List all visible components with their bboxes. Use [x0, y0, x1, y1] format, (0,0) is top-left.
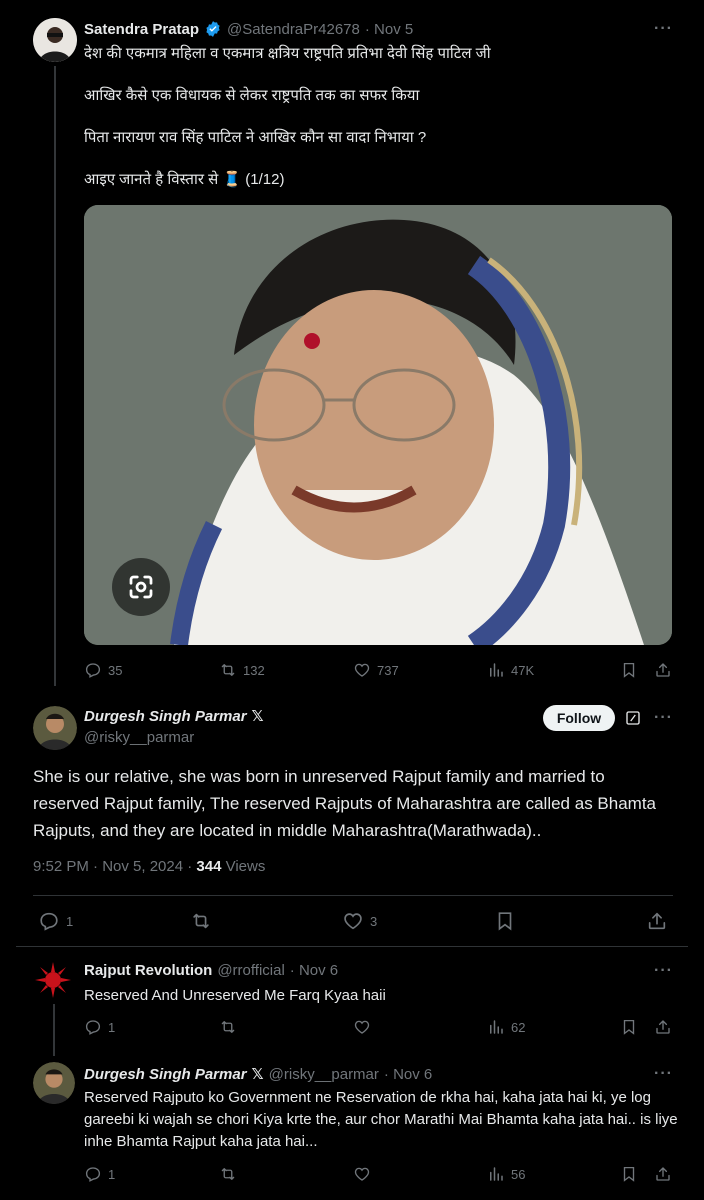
bookmark-button[interactable]: [620, 1165, 638, 1188]
reply-button[interactable]: 1: [38, 910, 73, 932]
author-name[interactable]: Durgesh Singh Parmar: [84, 1066, 247, 1083]
retweet-icon: [219, 661, 237, 679]
views-button[interactable]: 56: [487, 1165, 525, 1183]
like-button[interactable]: [353, 1165, 371, 1183]
heart-icon: [342, 910, 364, 932]
author-name[interactable]: Durgesh Singh Parmar: [84, 708, 247, 725]
bookmark-icon: [620, 1165, 638, 1183]
share-button[interactable]: [654, 1165, 672, 1188]
reply-count: 1: [108, 1019, 116, 1035]
reply-icon: [84, 1018, 102, 1036]
divider: [33, 895, 673, 896]
author-name[interactable]: Satendra Pratap: [84, 21, 199, 38]
like-button[interactable]: 737: [353, 661, 399, 679]
reply-count: 1: [66, 913, 74, 929]
tweet-line: देश की एकमात्र महिला व एकमात्र क्षत्रिय …: [84, 45, 491, 62]
x-logo-icon: 𝕏: [251, 708, 264, 725]
views-button[interactable]: 62: [487, 1018, 525, 1036]
views-label: Views: [221, 858, 266, 875]
views-count: 344: [196, 858, 222, 875]
like-count: 737: [377, 662, 399, 678]
follow-button[interactable]: Follow: [543, 705, 615, 731]
retweet-button[interactable]: [219, 1165, 237, 1183]
tweet-line: पिता नारायण राव सिंह पाटिल ने आखिर कौन स…: [84, 129, 427, 146]
avatar[interactable]: [33, 706, 77, 750]
reply-count: 35: [108, 662, 123, 678]
more-options-icon[interactable]: ···: [654, 709, 673, 727]
divider: [16, 946, 688, 947]
bookmark-icon: [620, 1018, 638, 1036]
bookmark-icon: [620, 661, 638, 679]
author-name[interactable]: Rajput Revolution: [84, 962, 212, 979]
follow-label: Follow: [556, 710, 602, 726]
more-options-icon[interactable]: ···: [654, 1065, 673, 1083]
reply-button[interactable]: 35: [84, 661, 122, 679]
verified-badge-icon: [204, 20, 222, 38]
views-count: 62: [511, 1019, 526, 1035]
tweet-date[interactable]: · Nov 5: [365, 21, 413, 38]
bookmark-button[interactable]: [620, 1018, 638, 1041]
share-button[interactable]: [646, 910, 668, 937]
avatar[interactable]: [33, 1062, 75, 1104]
retweet-icon: [219, 1018, 237, 1036]
retweet-button[interactable]: 132: [219, 661, 265, 679]
views-button[interactable]: 47K: [487, 661, 534, 679]
bookmark-icon: [494, 910, 516, 932]
visual-search-icon: [126, 572, 156, 602]
views-chart-icon: [487, 661, 505, 679]
retweet-icon: [219, 1165, 237, 1183]
share-icon: [654, 1165, 672, 1183]
more-options-icon[interactable]: ···: [654, 20, 673, 38]
tweet-line: आइए जानते है विस्तार से 🧵 (1/12): [84, 171, 285, 188]
share-icon: [654, 1018, 672, 1036]
tweet-line: आखिर कैसे एक विधायक से लेकर राष्ट्रपति त…: [84, 87, 420, 104]
retweet-icon: [190, 910, 212, 932]
grok-button[interactable]: [624, 709, 642, 732]
share-icon: [654, 661, 672, 679]
bookmark-button[interactable]: [620, 661, 638, 684]
views-chart-icon: [487, 1018, 505, 1036]
reply-icon: [84, 661, 102, 679]
reply-button[interactable]: 1: [84, 1018, 115, 1036]
like-button[interactable]: 3: [342, 910, 377, 932]
share-button[interactable]: [654, 1018, 672, 1041]
visual-search-button[interactable]: [112, 558, 170, 616]
author-handle[interactable]: @risky__parmar: [84, 729, 194, 746]
reply-icon: [38, 910, 60, 932]
tweet-text: She is our relative, she was born in unr…: [33, 767, 656, 840]
tweet-text: Reserved Rajputo ko Government ne Reserv…: [84, 1089, 678, 1150]
tweet-text: Reserved And Unreserved Me Farq Kyaa hai…: [84, 987, 386, 1004]
retweet-button[interactable]: [190, 910, 212, 932]
share-icon: [646, 910, 668, 932]
bookmark-button[interactable]: [494, 910, 516, 937]
thread-line: [54, 66, 56, 686]
views-count: 47K: [511, 662, 535, 678]
like-count: 3: [370, 913, 378, 929]
author-handle[interactable]: @rrofficial: [217, 962, 284, 979]
share-button[interactable]: [654, 661, 672, 684]
views-chart-icon: [487, 1165, 505, 1183]
tweet-timestamp[interactable]: 9:52 PM · Nov 5, 2024 ·: [33, 858, 196, 875]
avatar[interactable]: [33, 18, 77, 62]
reply-icon: [84, 1165, 102, 1183]
x-logo-icon: 𝕏: [251, 1066, 264, 1083]
heart-icon: [353, 661, 371, 679]
tweet-date[interactable]: · Nov 6: [290, 962, 338, 979]
more-options-icon[interactable]: ···: [654, 962, 673, 980]
author-handle[interactable]: @risky__parmar: [269, 1066, 379, 1083]
reply-count: 1: [108, 1166, 116, 1182]
reply-button[interactable]: 1: [84, 1165, 115, 1183]
heart-icon: [353, 1018, 371, 1036]
thread-line: [53, 1004, 55, 1056]
views-count: 56: [511, 1166, 526, 1182]
heart-icon: [353, 1165, 371, 1183]
author-handle[interactable]: @SatendraPr42678: [227, 21, 360, 38]
avatar[interactable]: [33, 960, 73, 1000]
grok-icon: [624, 709, 642, 727]
tweet-image[interactable]: [84, 205, 672, 645]
retweet-button[interactable]: [219, 1018, 237, 1036]
retweet-count: 132: [243, 662, 265, 678]
like-button[interactable]: [353, 1018, 371, 1036]
tweet-date[interactable]: · Nov 6: [384, 1066, 432, 1083]
